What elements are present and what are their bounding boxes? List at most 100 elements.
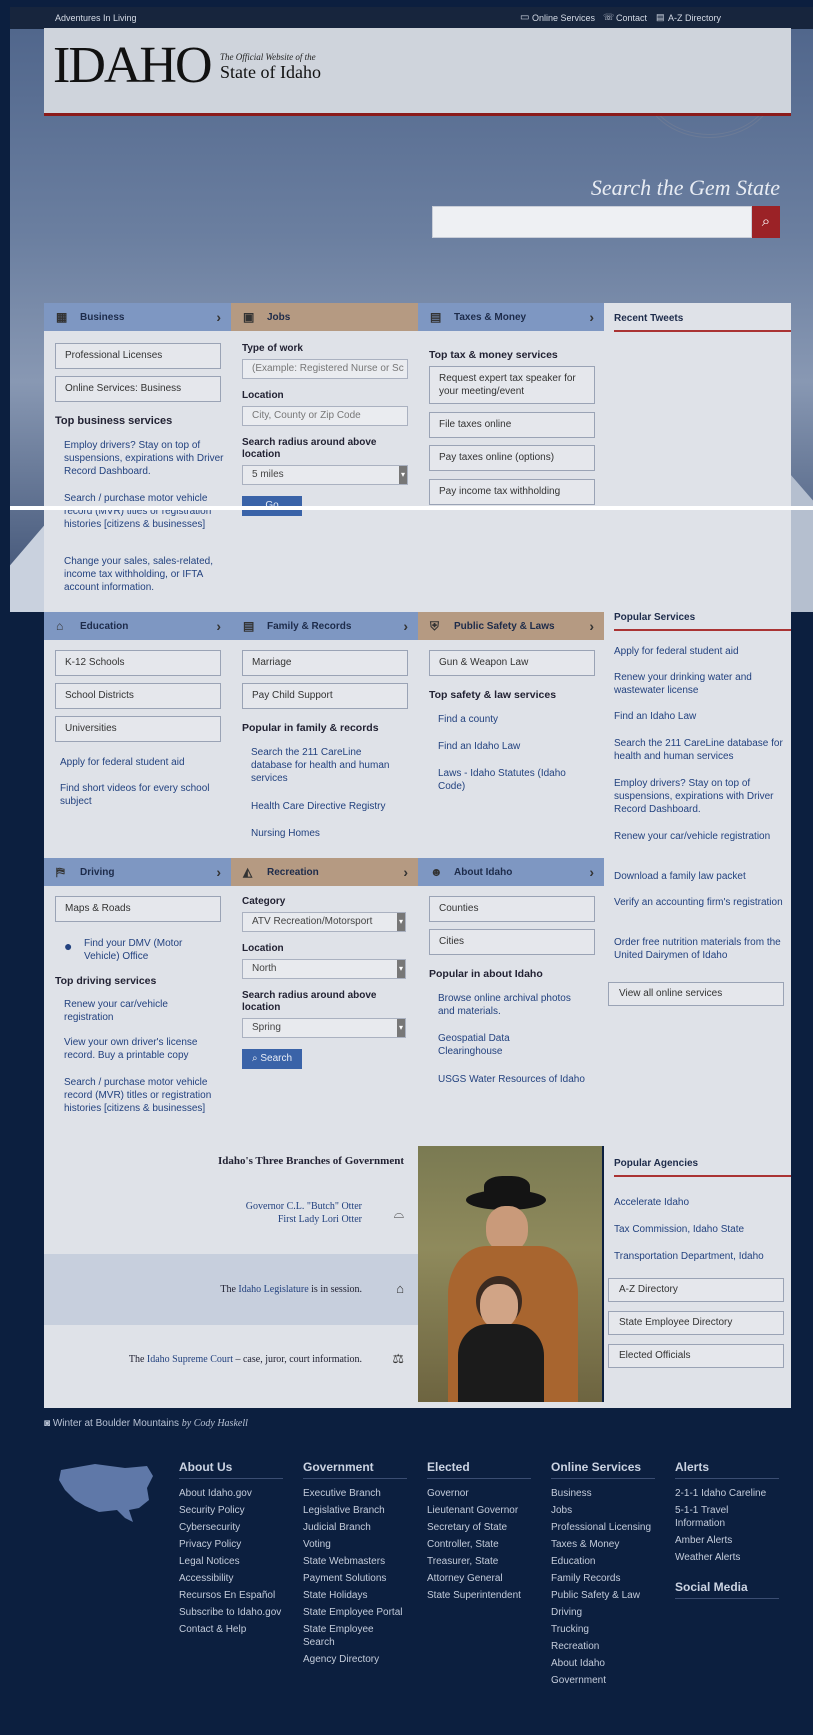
popular-service-link[interactable]: Order free nutrition materials from the … <box>614 936 786 962</box>
agency-link[interactable]: Transportation Department, Idaho <box>614 1250 786 1263</box>
footer-link[interactable]: Public Safety & Law <box>551 1587 663 1604</box>
about-link[interactable]: USGS Water Resources of Idaho <box>438 1073 598 1086</box>
taxes-header[interactable]: ▤ Taxes & Money › <box>418 303 604 331</box>
footer-link[interactable]: Legal Notices <box>179 1553 291 1570</box>
legislature-link[interactable]: Idaho Legislature <box>238 1284 308 1295</box>
family-button[interactable]: Pay Child Support <box>242 683 408 709</box>
driving-link[interactable]: Renew your car/vehicle registration <box>64 998 214 1024</box>
footer-link[interactable]: Family Records <box>551 1570 663 1587</box>
search-input[interactable] <box>432 206 752 238</box>
footer-link[interactable]: Agency Directory <box>303 1651 415 1668</box>
about-link[interactable]: Browse online archival photos and materi… <box>438 992 588 1018</box>
taxes-button[interactable]: Pay income tax withholding <box>429 479 595 505</box>
safety-header[interactable]: ⛨ Public Safety & Laws › <box>418 612 604 640</box>
footer-link[interactable]: Accessibility <box>179 1570 291 1587</box>
safety-link[interactable]: Find a county <box>438 713 598 726</box>
footer-link[interactable]: Contact & Help <box>179 1621 291 1638</box>
footer-link[interactable]: Legislative Branch <box>303 1502 415 1519</box>
family-link[interactable]: Nursing Homes <box>251 827 411 840</box>
idaho-logo[interactable]: IDAHO <box>53 40 213 92</box>
type-of-work-input[interactable]: (Example: Registered Nurse or Sc <box>242 359 408 379</box>
taxes-button[interactable]: Request expert tax speaker for your meet… <box>429 366 595 404</box>
footer-link[interactable]: About Idaho <box>551 1655 663 1672</box>
footer-link[interactable]: Secretary of State <box>427 1519 539 1536</box>
family-link[interactable]: Search the 211 CareLine database for hea… <box>251 746 401 785</box>
recreation-location-select[interactable]: North ▾ <box>242 959 406 979</box>
education-button[interactable]: School Districts <box>55 683 221 709</box>
footer-link[interactable]: Subscribe to Idaho.gov <box>179 1604 291 1621</box>
education-button[interactable]: Universities <box>55 716 221 742</box>
top-link-online-services[interactable]: Online Services <box>532 13 595 23</box>
footer-link[interactable]: Cybersecurity <box>179 1519 291 1536</box>
safety-link[interactable]: Laws - Idaho Statutes (Idaho Code) <box>438 767 578 793</box>
footer-link[interactable]: State Employee Search <box>303 1623 383 1649</box>
driving-button[interactable]: Maps & Roads <box>55 896 221 922</box>
about-button[interactable]: Cities <box>429 929 595 955</box>
footer-link[interactable]: Trucking <box>551 1621 663 1638</box>
business-header[interactable]: ▦ Business › <box>44 303 231 331</box>
footer-link[interactable]: About Idaho.gov <box>179 1485 291 1502</box>
footer-link[interactable]: Executive Branch <box>303 1485 415 1502</box>
driving-link[interactable]: View your own driver's license record. B… <box>64 1036 214 1062</box>
taxes-button[interactable]: File taxes online <box>429 412 595 438</box>
first-lady-link[interactable]: First Lady Lori Otter <box>44 1213 362 1226</box>
footer-link[interactable]: State Webmasters <box>303 1553 415 1570</box>
education-button[interactable]: K-12 Schools <box>55 650 221 676</box>
popular-service-link[interactable]: Find an Idaho Law <box>614 710 786 723</box>
footer-link[interactable]: Treasurer, State <box>427 1553 539 1570</box>
job-location-input[interactable]: City, County or Zip Code <box>242 406 408 426</box>
safety-link[interactable]: Find an Idaho Law <box>438 740 598 753</box>
footer-link[interactable]: Recursos En Español <box>179 1587 291 1604</box>
popular-service-link[interactable]: Download a family law packet <box>614 870 786 883</box>
category-select[interactable]: ATV Recreation/Motorsport ▾ <box>242 912 406 932</box>
footer-link[interactable]: Lieutenant Governor <box>427 1502 539 1519</box>
footer-link[interactable]: Business <box>551 1485 663 1502</box>
business-link[interactable]: Search / purchase motor vehicle record (… <box>64 492 224 531</box>
footer-link[interactable]: Voting <box>303 1536 415 1553</box>
footer-link[interactable]: Jobs <box>551 1502 663 1519</box>
education-header[interactable]: ⌂ Education › <box>44 612 231 640</box>
agency-button[interactable]: Elected Officials <box>608 1344 784 1368</box>
driving-header[interactable]: ⛿ Driving › <box>44 858 231 886</box>
jobs-header[interactable]: ▣ Jobs <box>231 303 418 331</box>
driving-link[interactable]: Search / purchase motor vehicle record (… <box>64 1076 214 1115</box>
footer-link[interactable]: Professional Licensing <box>551 1519 663 1536</box>
footer-link[interactable]: Recreation <box>551 1638 663 1655</box>
family-header[interactable]: ▤ Family & Records › <box>231 612 418 640</box>
recreation-header[interactable]: ◭ Recreation › <box>231 858 418 886</box>
footer-link[interactable]: Government <box>551 1672 663 1689</box>
agency-link[interactable]: Tax Commission, Idaho State <box>614 1223 786 1236</box>
agency-button[interactable]: A-Z Directory <box>608 1278 784 1302</box>
search-button[interactable]: ⌕ <box>752 206 780 238</box>
top-link-contact[interactable]: Contact <box>616 13 647 23</box>
footer-link[interactable]: Driving <box>551 1604 663 1621</box>
governor-link[interactable]: Governor C.L. "Butch" Otter <box>44 1200 362 1213</box>
business-link[interactable]: Employ drivers? Stay on top of suspensio… <box>64 439 224 478</box>
footer-link[interactable]: 2-1-1 Idaho Careline <box>675 1485 787 1502</box>
top-link-az-directory[interactable]: A-Z Directory <box>668 13 721 23</box>
footer-link[interactable]: Security Policy <box>179 1502 291 1519</box>
footer-link[interactable]: 5-1-1 Travel Information <box>675 1504 755 1530</box>
footer-link[interactable]: Education <box>551 1553 663 1570</box>
education-link[interactable]: Find short videos for every school subje… <box>60 782 210 808</box>
family-link[interactable]: Health Care Directive Registry <box>251 800 411 813</box>
footer-link[interactable]: Taxes & Money <box>551 1536 663 1553</box>
popular-service-link[interactable]: Verify an accounting firm's registration <box>614 896 786 909</box>
footer-link[interactable]: Privacy Policy <box>179 1536 291 1553</box>
job-radius-select[interactable]: 5 miles ▾ <box>242 465 408 485</box>
footer-link[interactable]: State Employee Portal <box>303 1604 415 1621</box>
dmv-office-link[interactable]: Find your DMV (Motor Vehicle) Office <box>84 937 204 963</box>
business-button[interactable]: Professional Licenses <box>55 343 221 369</box>
agency-button[interactable]: State Employee Directory <box>608 1311 784 1335</box>
footer-link[interactable]: State Holidays <box>303 1587 415 1604</box>
safety-button[interactable]: Gun & Weapon Law <box>429 650 595 676</box>
about-link[interactable]: Geospatial Data Clearinghouse <box>438 1032 538 1058</box>
popular-service-link[interactable]: Search the 211 CareLine database for hea… <box>614 737 786 763</box>
popular-service-link[interactable]: Apply for federal student aid <box>614 645 786 658</box>
footer-link[interactable]: Governor <box>427 1485 539 1502</box>
recreation-search-button[interactable]: ⌕ Search <box>242 1049 302 1069</box>
recreation-radius-select[interactable]: Spring ▾ <box>242 1018 406 1038</box>
footer-link[interactable]: Controller, State <box>427 1536 539 1553</box>
footer-link[interactable]: Weather Alerts <box>675 1549 787 1566</box>
popular-service-link[interactable]: Employ drivers? Stay on top of suspensio… <box>614 777 786 816</box>
